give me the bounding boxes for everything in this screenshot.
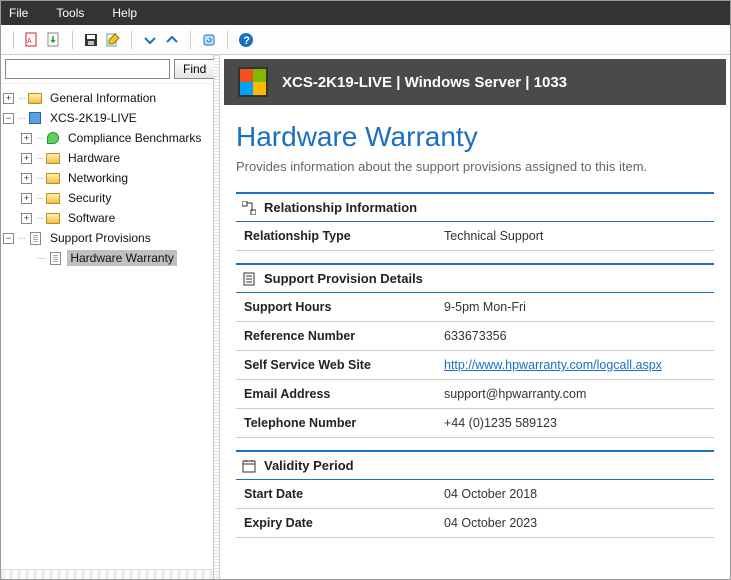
field-label: Email Address (236, 380, 436, 409)
table-row: Telephone Number+44 (0)1235 589123 (236, 409, 714, 438)
tree-item-hardware[interactable]: +···Hardware (3, 148, 211, 168)
field-label: Start Date (236, 480, 436, 509)
page-title: Hardware Warranty (236, 121, 714, 153)
tree-label: Software (65, 210, 118, 226)
field-value: 9-5pm Mon-Fri (436, 293, 714, 322)
expand-icon[interactable]: + (3, 93, 14, 104)
separator (227, 31, 228, 49)
find-button[interactable]: Find (174, 59, 215, 79)
separator (72, 31, 73, 49)
tree-item-support[interactable]: −···Support Provisions (3, 228, 211, 248)
help-button[interactable]: ? (236, 30, 256, 50)
field-label: Reference Number (236, 322, 436, 351)
tree-item-general[interactable]: +···General Information (3, 88, 211, 108)
svg-text:?: ? (243, 35, 250, 47)
field-label: Support Hours (236, 293, 436, 322)
left-panel: Find +···General Information −···XCS-2K1… (1, 55, 214, 579)
collapse-icon[interactable]: − (3, 233, 14, 244)
table-row: Expiry Date04 October 2023 (236, 509, 714, 538)
tree-label: Compliance Benchmarks (65, 130, 204, 146)
scrollbar[interactable] (1, 569, 213, 579)
tree-label: Hardware (65, 150, 123, 166)
tree: +···General Information −···XCS-2K19-LIV… (1, 84, 213, 569)
windows-logo-icon (238, 67, 268, 97)
separator (131, 31, 132, 49)
expand-button[interactable] (140, 30, 160, 50)
table-row: Reference Number633673356 (236, 322, 714, 351)
expand-icon[interactable]: + (21, 133, 32, 144)
main: Find +···General Information −···XCS-2K1… (1, 55, 730, 579)
menu-tools[interactable]: Tools (56, 6, 84, 20)
header-band: XCS-2K19-LIVE | Windows Server | 1033 (224, 59, 726, 105)
export-button[interactable] (44, 30, 64, 50)
field-value: 633673356 (436, 322, 714, 351)
section-heading: Support Provision Details (264, 271, 423, 286)
table-row: Self Service Web Site http://www.hpwarran… (236, 351, 714, 380)
validity-table: Start Date04 October 2018 Expiry Date04 … (236, 480, 714, 538)
tree-label: Security (65, 190, 114, 206)
tree-label: Hardware Warranty (67, 250, 177, 266)
details-table: Support Hours9-5pm Mon-Fri Reference Num… (236, 293, 714, 438)
field-value: support@hpwarranty.com (436, 380, 714, 409)
field-value: Technical Support (436, 222, 714, 251)
tree-label: Support Provisions (47, 230, 154, 246)
calendar-icon (242, 459, 256, 473)
field-value: 04 October 2018 (436, 480, 714, 509)
relationship-icon (242, 201, 256, 215)
expand-icon[interactable]: + (21, 213, 32, 224)
tree-item-security[interactable]: +···Security (3, 188, 211, 208)
field-value: 04 October 2023 (436, 509, 714, 538)
self-service-link[interactable]: http://www.hpwarranty.com/logcall.aspx (444, 358, 662, 372)
table-row: Relationship TypeTechnical Support (236, 222, 714, 251)
export-pdf-button[interactable]: A (22, 30, 42, 50)
separator (13, 31, 14, 49)
expand-icon[interactable]: + (21, 193, 32, 204)
document-icon (242, 272, 256, 286)
field-label: Expiry Date (236, 509, 436, 538)
save-button[interactable] (81, 30, 101, 50)
tree-label: Networking (65, 170, 131, 186)
tree-label: XCS-2K19-LIVE (47, 110, 140, 126)
find-bar: Find (1, 55, 213, 84)
find-input[interactable] (5, 59, 170, 79)
collapse-button[interactable] (162, 30, 182, 50)
svg-text:A: A (27, 38, 32, 45)
content: Hardware Warranty Provides information a… (220, 109, 730, 558)
field-label: Telephone Number (236, 409, 436, 438)
table-row: Start Date04 October 2018 (236, 480, 714, 509)
header-title: XCS-2K19-LIVE | Windows Server | 1033 (282, 74, 567, 91)
right-panel: XCS-2K19-LIVE | Windows Server | 1033 Ha… (220, 55, 730, 579)
tree-item-networking[interactable]: +···Networking (3, 168, 211, 188)
section-relationship-header: Relationship Information (236, 192, 714, 222)
field-value: +44 (0)1235 589123 (436, 409, 714, 438)
menu-help[interactable]: Help (112, 6, 137, 20)
expand-icon[interactable]: + (21, 173, 32, 184)
relationship-table: Relationship TypeTechnical Support (236, 222, 714, 251)
expand-icon[interactable]: + (21, 153, 32, 164)
refresh-button[interactable] (199, 30, 219, 50)
section-validity-header: Validity Period (236, 450, 714, 480)
section-heading: Relationship Information (264, 200, 417, 215)
section-details-header: Support Provision Details (236, 263, 714, 293)
edit-button[interactable] (103, 30, 123, 50)
table-row: Support Hours9-5pm Mon-Fri (236, 293, 714, 322)
separator (190, 31, 191, 49)
field-label: Self Service Web Site (236, 351, 436, 380)
page-subtitle: Provides information about the support p… (236, 159, 714, 174)
tree-item-software[interactable]: +···Software (3, 208, 211, 228)
tree-item-compliance[interactable]: +···Compliance Benchmarks (3, 128, 211, 148)
menu-file[interactable]: File (9, 6, 28, 20)
section-heading: Validity Period (264, 458, 354, 473)
menubar: File Tools Help (1, 1, 730, 25)
collapse-icon[interactable]: − (3, 113, 14, 124)
tree-item-host[interactable]: −···XCS-2K19-LIVE (3, 108, 211, 128)
tree-item-warranty[interactable]: ····Hardware Warranty (3, 248, 211, 268)
tree-label: General Information (47, 90, 159, 106)
table-row: Email Addresssupport@hpwarranty.com (236, 380, 714, 409)
toolbar: A ? (1, 25, 730, 55)
field-label: Relationship Type (236, 222, 436, 251)
